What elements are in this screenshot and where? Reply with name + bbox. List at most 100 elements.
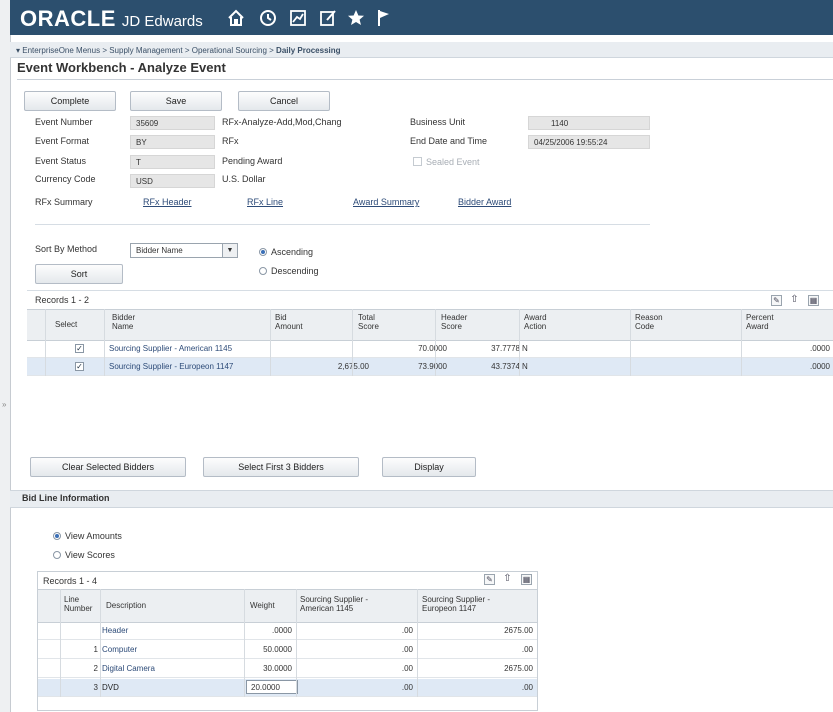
panel-expand-icon[interactable]: » xyxy=(2,400,6,409)
col-bid-amount-line1: Bid xyxy=(275,313,287,322)
sealed-event-checkbox[interactable] xyxy=(413,157,422,166)
business-unit-label: Business Unit xyxy=(410,117,466,127)
col-weight: Weight xyxy=(250,601,275,610)
sealed-event-label: Sealed Event xyxy=(426,157,480,167)
description-link[interactable]: Computer xyxy=(102,645,137,654)
bid-amount-cell: 2,675.00 xyxy=(337,362,369,371)
col-line-number-line1: Line xyxy=(64,595,80,604)
col-supplier-american-line2: American 1145 xyxy=(300,604,354,613)
export-icon[interactable]: ✎ xyxy=(771,295,782,306)
chart-icon[interactable] xyxy=(288,8,308,28)
breadcrumb-item[interactable]: Operational Sourcing xyxy=(192,46,267,55)
table-row[interactable]: ✓ Sourcing Supplier - American 1145 70.0… xyxy=(27,340,833,358)
american-amount-cell: .00 xyxy=(401,626,413,635)
complete-button[interactable]: Complete xyxy=(24,91,116,111)
view-amounts-radio[interactable] xyxy=(53,532,61,540)
star-icon[interactable] xyxy=(346,8,366,28)
col-reason-code-line1: Reason xyxy=(635,313,663,322)
edit-icon[interactable] xyxy=(318,8,338,28)
oracle-logo: ORACLE JD Edwards xyxy=(20,6,203,32)
table-row[interactable]: 1 Computer 50.0000 .00 .00 xyxy=(38,641,537,659)
american-amount-cell: .00 xyxy=(401,664,413,673)
col-line-number: Line Number xyxy=(64,595,92,613)
grid-column-divider xyxy=(435,309,436,376)
sort-method-select[interactable]: Bidder Name ▼ xyxy=(130,243,238,258)
home-icon[interactable] xyxy=(226,8,246,28)
table-row[interactable]: ✓ Sourcing Supplier - Europeon 1147 2,67… xyxy=(27,358,833,376)
select-first-3-bidders-button[interactable]: Select First 3 Bidders xyxy=(203,457,359,477)
view-scores-radio[interactable] xyxy=(53,551,61,559)
display-button[interactable]: Display xyxy=(382,457,476,477)
table-row[interactable]: Header .0000 .00 2675.00 xyxy=(38,622,537,640)
bidder-name-link[interactable]: Sourcing Supplier - Europeon 1147 xyxy=(109,362,233,371)
line-number-cell: 2 xyxy=(93,664,98,673)
grid-column-divider xyxy=(630,309,631,376)
sort-button[interactable]: Sort xyxy=(35,264,123,284)
col-bidder-name-line2: Name xyxy=(112,322,134,331)
clear-selected-bidders-button[interactable]: Clear Selected Bidders xyxy=(30,457,186,477)
col-total-score-line2: Score xyxy=(358,322,379,331)
breadcrumb-item[interactable]: Supply Management xyxy=(109,46,182,55)
event-number-field: 35609 xyxy=(130,116,215,130)
total-score-cell: 73.9000 xyxy=(418,362,447,371)
grid-settings-icon[interactable]: ▦ xyxy=(521,574,532,585)
descending-radio[interactable] xyxy=(259,267,267,275)
cancel-button[interactable]: Cancel xyxy=(238,91,330,111)
grid-column-divider xyxy=(296,589,297,697)
event-status-field: T xyxy=(130,155,215,169)
upload-icon[interactable]: ⇧ xyxy=(789,295,800,306)
weight-input[interactable]: 20.0000 xyxy=(246,680,298,694)
total-score-cell: 70.0000 xyxy=(418,344,447,353)
sort-method-value: Bidder Name xyxy=(136,246,183,255)
grid-column-divider xyxy=(104,309,105,376)
description-link[interactable]: DVD xyxy=(102,683,119,692)
ascending-radio[interactable] xyxy=(259,248,267,256)
bidders-records-count: Records 1 - 2 xyxy=(35,295,90,305)
ascending-label: Ascending xyxy=(271,247,314,257)
grid-settings-icon[interactable]: ▦ xyxy=(808,295,819,306)
grid-column-divider xyxy=(100,589,101,697)
chevron-down-icon[interactable]: ▼ xyxy=(222,244,237,257)
col-supplier-american: Sourcing Supplier - American 1145 xyxy=(300,595,368,613)
col-percent-award: Percent Award xyxy=(746,313,774,331)
col-supplier-american-line1: Sourcing Supplier - xyxy=(300,595,369,604)
grid-column-divider xyxy=(741,309,742,376)
breadcrumb-separator: > xyxy=(102,46,107,55)
description-link[interactable]: Header xyxy=(102,626,128,635)
rfx-header-link[interactable]: RFx Header xyxy=(143,197,192,207)
flag-icon[interactable] xyxy=(374,8,394,28)
col-total-score-line1: Total xyxy=(358,313,375,322)
europeon-amount-cell: 2675.00 xyxy=(504,626,533,635)
table-row[interactable]: 2 Digital Camera 30.0000 .00 2675.00 xyxy=(38,660,537,678)
col-select: Select xyxy=(55,320,78,329)
bidder-award-link[interactable]: Bidder Award xyxy=(458,197,511,207)
export-icon[interactable]: ✎ xyxy=(484,574,495,585)
col-line-number-line2: Number xyxy=(64,604,93,613)
view-amounts-label: View Amounts xyxy=(65,531,122,541)
percent-award-cell: .0000 xyxy=(809,344,830,353)
col-bid-amount-line2: Amount xyxy=(275,322,303,331)
row-select-checkbox[interactable]: ✓ xyxy=(75,362,84,371)
description-link[interactable]: Digital Camera xyxy=(102,664,155,673)
bidder-name-link[interactable]: Sourcing Supplier - American 1145 xyxy=(109,344,232,353)
grid-column-divider xyxy=(45,309,46,376)
save-button[interactable]: Save xyxy=(130,91,222,111)
award-summary-link[interactable]: Award Summary xyxy=(353,197,419,207)
table-row[interactable]: 3 DVD 20.0000 .00 .00 xyxy=(38,679,537,697)
europeon-amount-cell: 2675.00 xyxy=(504,664,533,673)
breadcrumb-current: Daily Processing xyxy=(276,46,341,55)
end-date-label: End Date and Time xyxy=(410,136,488,146)
upload-icon[interactable]: ⇧ xyxy=(502,574,513,585)
col-supplier-europeon: Sourcing Supplier - Europeon 1147 xyxy=(422,595,490,613)
award-action-cell: N xyxy=(522,362,528,371)
rfx-line-link[interactable]: RFx Line xyxy=(247,197,283,207)
breadcrumb-item[interactable]: EnterpriseOne Menus xyxy=(22,46,100,55)
row-select-checkbox[interactable]: ✓ xyxy=(75,344,84,353)
weight-cell: 30.0000 xyxy=(263,664,292,673)
bid-line-records-count: Records 1 - 4 xyxy=(43,576,98,586)
history-icon[interactable] xyxy=(258,8,278,28)
col-supplier-europeon-line2: Europeon 1147 xyxy=(422,604,477,613)
line-number-cell: 1 xyxy=(93,645,98,654)
col-header-score-line1: Header xyxy=(441,313,468,322)
col-header-score: Header Score xyxy=(441,313,467,331)
